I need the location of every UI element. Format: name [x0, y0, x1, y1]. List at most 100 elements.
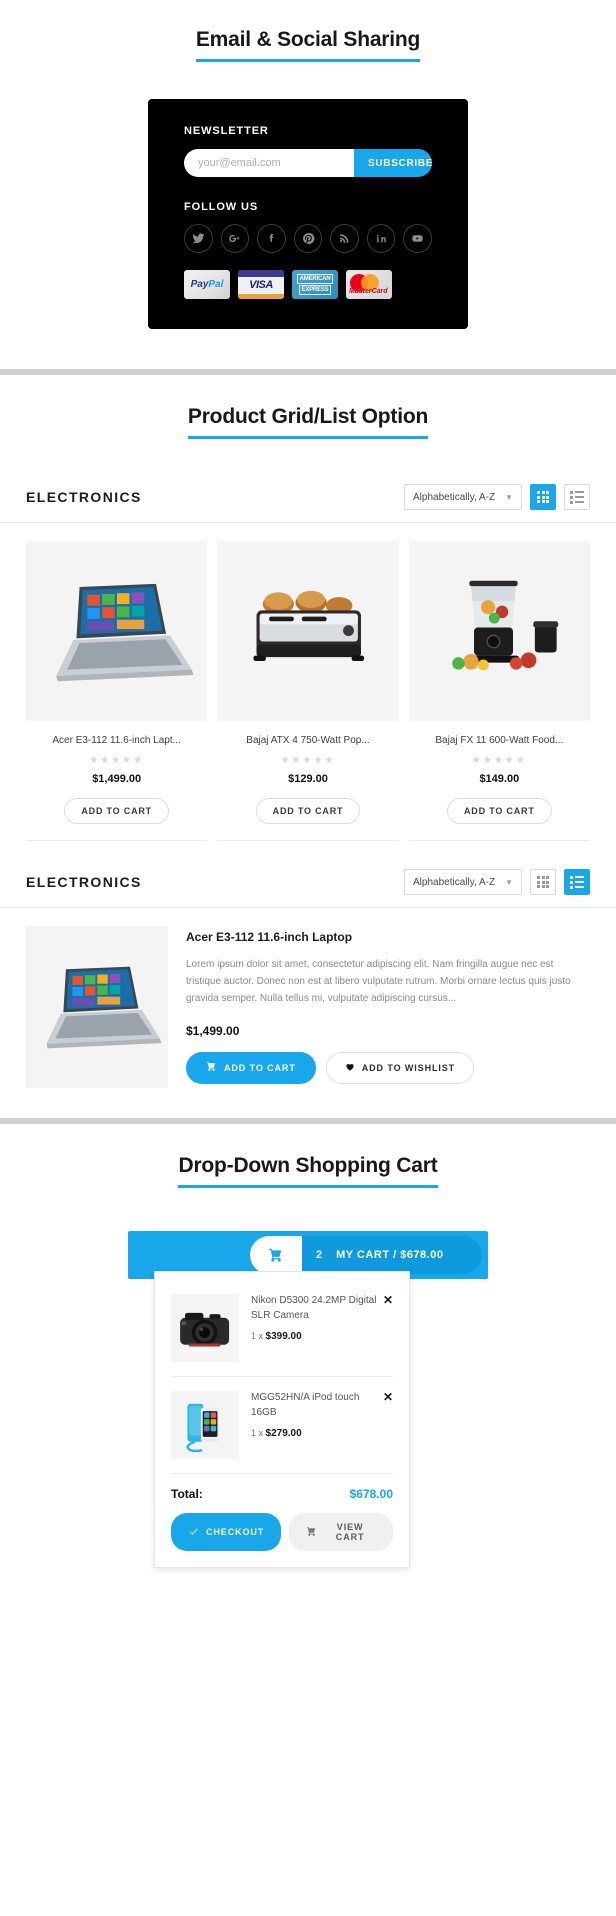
- page-title: Email & Social Sharing: [195, 28, 420, 62]
- cart-item-qty-prefix: 1 x: [251, 1331, 264, 1341]
- product-grid-list-section: Product Grid/List Option ELECTRONICS Alp…: [0, 375, 616, 1118]
- cart-item-price: $279.00: [265, 1428, 302, 1439]
- product-price: $129.00: [288, 773, 328, 785]
- cart-actions: CHECKOUT VIEW CART: [171, 1513, 393, 1551]
- product-rating: ★★★★★: [471, 755, 527, 766]
- product-price: $1,499.00: [92, 773, 142, 785]
- product-image-laptop: [26, 926, 168, 1088]
- facebook-icon[interactable]: [257, 224, 286, 253]
- cart-total-value: $678.00: [349, 1487, 393, 1501]
- grid-view-button[interactable]: [530, 484, 556, 510]
- product-list-details: Acer E3-112 11.6-inch Laptop Lorem ipsum…: [186, 926, 590, 1088]
- email-social-section: Email & Social Sharing NEWSLETTER SUBSCR…: [0, 0, 616, 369]
- amex-line1: AMERICAN: [296, 274, 334, 284]
- product-list-actions: ADD TO CART ADD TO WISHLIST: [186, 1051, 590, 1084]
- amex-badge: AMERICAN EXPRESS: [292, 270, 338, 299]
- add-to-cart-button[interactable]: ADD TO CART: [64, 798, 169, 824]
- checkout-label: CHECKOUT: [206, 1527, 265, 1537]
- cart-item-name: Nikon D5300 24.2MP Digital SLR Camera: [251, 1295, 377, 1321]
- product-image-laptop: [26, 541, 208, 721]
- mastercard-label: MasterCard: [349, 288, 388, 295]
- product-rating: ★★★★★: [89, 755, 145, 766]
- check-icon: [188, 1526, 199, 1539]
- cart-item: MGG52HN/A iPod touch 16GB 1 x $279.00 ✕: [171, 1376, 393, 1473]
- rss-icon[interactable]: [330, 224, 359, 253]
- pinterest-icon[interactable]: [293, 224, 323, 253]
- add-to-cart-button[interactable]: ADD TO CART: [186, 1051, 316, 1084]
- product-name: Acer E3-112 11.6-inch Lapt...: [52, 735, 181, 746]
- youtube-icon[interactable]: [403, 224, 433, 253]
- grid-icon: [537, 491, 549, 503]
- list-view-button[interactable]: [564, 869, 590, 895]
- product-list-item: Acer E3-112 11.6-inch Laptop Lorem ipsum…: [0, 926, 616, 1118]
- cart-total-row: Total: $678.00: [171, 1473, 393, 1513]
- add-to-wishlist-button[interactable]: ADD TO WISHLIST: [325, 1051, 475, 1084]
- cart-label: MY CART / $678.00: [336, 1249, 444, 1261]
- add-to-cart-button[interactable]: ADD TO CART: [255, 798, 361, 824]
- product-name: Acer E3-112 11.6-inch Laptop: [186, 930, 353, 944]
- product-name: Bajaj FX 11 600-Watt Food...: [435, 735, 564, 746]
- cart-item-image-ipod: [171, 1391, 239, 1459]
- cart-icon: [250, 1236, 302, 1274]
- product-image-toaster: [217, 541, 399, 721]
- email-section-heading: Email & Social Sharing: [0, 28, 616, 62]
- remove-item-button[interactable]: ✕: [383, 1391, 393, 1403]
- social-links: [184, 224, 433, 253]
- view-cart-button[interactable]: VIEW CART: [289, 1513, 393, 1551]
- page-title: Product Grid/List Option: [187, 405, 428, 439]
- newsletter-form: SUBSCRIBE: [184, 149, 432, 177]
- grid-icon: [537, 876, 549, 888]
- newsletter-email-input[interactable]: [184, 149, 354, 177]
- chevron-down-icon: ▼: [505, 492, 513, 502]
- product-name: Bajaj ATX 4 750-Watt Pop...: [246, 735, 370, 746]
- product-card[interactable]: Acer E3-112 11.6-inch Lapt... ★★★★★ $1,4…: [26, 541, 208, 841]
- cart-item-name: MGG52HN/A iPod touch 16GB: [251, 1392, 360, 1418]
- product-card[interactable]: Bajaj ATX 4 750-Watt Pop... ★★★★★ $129.0…: [217, 541, 399, 841]
- product-grid: Acer E3-112 11.6-inch Lapt... ★★★★★ $1,4…: [0, 541, 616, 841]
- cart-section-heading: Drop-Down Shopping Cart: [0, 1154, 616, 1188]
- cart-widget: 2 MY CART / $678.00 Nikon D5300 24.2MP D…: [128, 1231, 488, 1568]
- mastercard-badge: MasterCard: [346, 270, 392, 299]
- sort-select[interactable]: Alphabetically, A-Z ▼: [404, 869, 522, 895]
- google-plus-icon[interactable]: [220, 224, 250, 253]
- sort-select-value: Alphabetically, A-Z: [413, 876, 496, 888]
- cart-item-image-camera: [171, 1294, 239, 1362]
- page-title: Drop-Down Shopping Cart: [178, 1154, 438, 1188]
- grid-toolbar-controls: Alphabetically, A-Z ▼: [404, 484, 590, 510]
- payment-badges: Pay Pal VISA AMERICAN EXPRESS MasterCard: [184, 270, 432, 299]
- cart-item-qty: 1 x $399.00: [251, 1331, 377, 1342]
- cart-toggle[interactable]: 2 MY CART / $678.00: [250, 1236, 482, 1274]
- follow-us-heading: FOLLOW US: [184, 201, 259, 213]
- add-to-cart-button[interactable]: ADD TO CART: [447, 798, 552, 824]
- grid-toolbar: ELECTRONICS Alphabetically, A-Z ▼: [0, 484, 616, 523]
- list-icon: [570, 875, 584, 889]
- product-card[interactable]: Bajaj FX 11 600-Watt Food... ★★★★★ $149.…: [408, 541, 590, 841]
- subscribe-button[interactable]: SUBSCRIBE: [354, 149, 432, 177]
- cart-icon: [206, 1061, 217, 1074]
- heart-icon: [345, 1062, 355, 1074]
- sort-select[interactable]: Alphabetically, A-Z ▼: [404, 484, 522, 510]
- cart-count: 2: [316, 1249, 323, 1261]
- cart-item-details: MGG52HN/A iPod touch 16GB 1 x $279.00: [251, 1391, 393, 1459]
- newsletter-box: NEWSLETTER SUBSCRIBE FOLLOW US: [148, 99, 468, 329]
- page-root: Email & Social Sharing NEWSLETTER SUBSCR…: [0, 0, 616, 1614]
- product-price: $149.00: [479, 773, 520, 785]
- remove-item-button[interactable]: ✕: [383, 1294, 393, 1306]
- product-price: $1,499.00: [186, 1023, 240, 1038]
- category-title: ELECTRONICS: [26, 874, 142, 890]
- amex-line2: EXPRESS: [298, 285, 332, 295]
- cart-icon: [306, 1526, 317, 1539]
- sort-select-value: Alphabetically, A-Z: [413, 491, 496, 503]
- checkout-button[interactable]: CHECKOUT: [171, 1513, 282, 1551]
- twitter-icon[interactable]: [184, 224, 213, 253]
- product-description: Lorem ipsum dolor sit amet, consectetur …: [186, 959, 571, 1005]
- add-to-cart-label: ADD TO CART: [224, 1062, 296, 1073]
- list-view-button[interactable]: [564, 484, 590, 510]
- cart-total-label: Total:: [171, 1487, 203, 1501]
- linkedin-icon[interactable]: [366, 224, 396, 253]
- dropdown-cart-section: Drop-Down Shopping Cart 2 MY CART / $678…: [0, 1124, 616, 1614]
- cart-item-details: Nikon D5300 24.2MP Digital SLR Camera 1 …: [251, 1294, 393, 1362]
- grid-view-button[interactable]: [530, 869, 556, 895]
- list-toolbar: ELECTRONICS Alphabetically, A-Z ▼: [0, 869, 616, 908]
- chevron-down-icon: ▼: [505, 877, 513, 887]
